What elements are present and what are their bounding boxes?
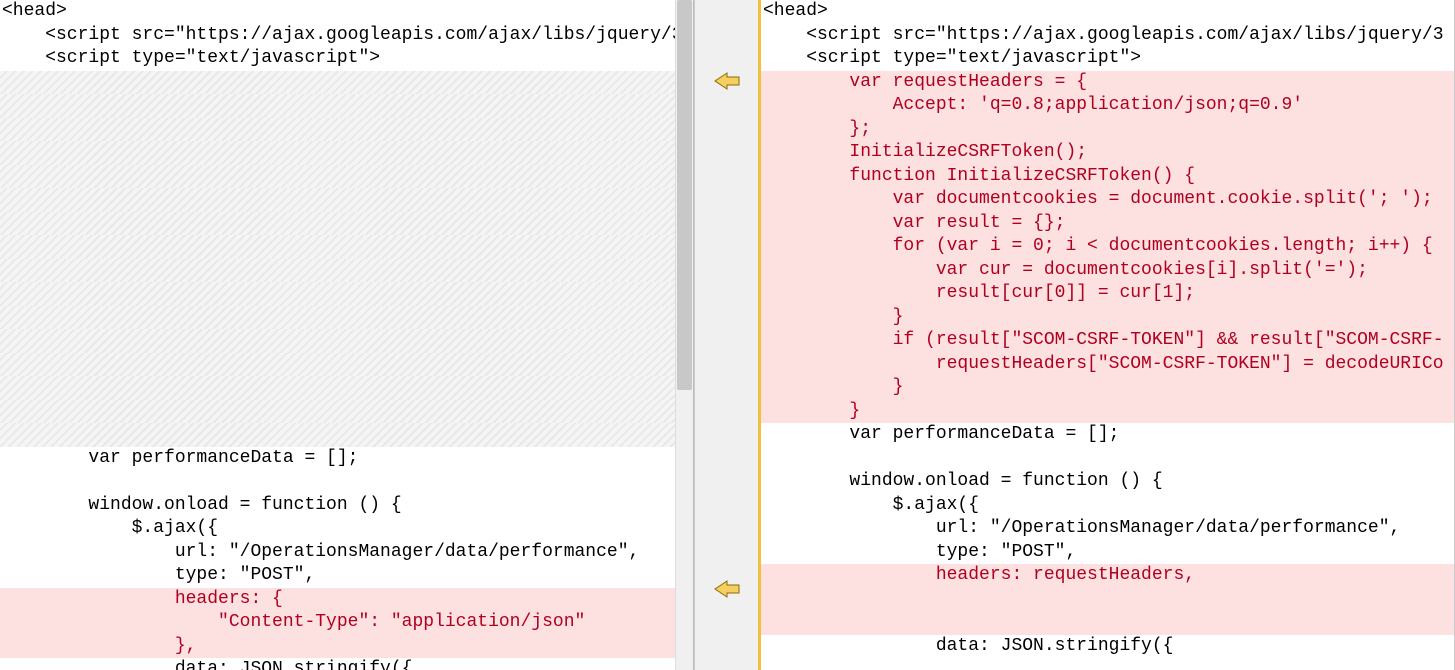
- right-line[interactable]: [761, 447, 1455, 471]
- right-line[interactable]: requestHeaders["SCOM-CSRF-TOKEN"] = deco…: [761, 353, 1455, 377]
- gutter-row: [695, 347, 758, 370]
- gutter-row: [695, 485, 758, 508]
- gutter-row: [695, 300, 758, 323]
- arrow-left-icon[interactable]: [714, 580, 740, 598]
- arrow-left-icon[interactable]: [714, 72, 740, 90]
- gutter-row: [695, 0, 758, 23]
- right-line[interactable]: function InitializeCSRFToken() {: [761, 165, 1455, 189]
- right-line[interactable]: type: "POST",: [761, 541, 1455, 565]
- right-line[interactable]: [761, 588, 1455, 612]
- left-line[interactable]: [0, 141, 693, 165]
- right-line[interactable]: <script type="text/javascript">: [761, 47, 1455, 71]
- right-line[interactable]: headers: requestHeaders,: [761, 564, 1455, 588]
- left-line[interactable]: [0, 118, 693, 142]
- left-line[interactable]: [0, 470, 693, 494]
- right-line[interactable]: if (result["SCOM-CSRF-TOKEN"] && result[…: [761, 329, 1455, 353]
- right-line[interactable]: }: [761, 400, 1455, 424]
- left-line[interactable]: type: "POST",: [0, 564, 693, 588]
- left-line[interactable]: [0, 165, 693, 189]
- left-line[interactable]: [0, 400, 693, 424]
- right-line[interactable]: Accept: 'q=0.8;application/json;q=0.9': [761, 94, 1455, 118]
- left-scrollbar[interactable]: [675, 0, 693, 670]
- gutter-row: [695, 92, 758, 115]
- right-line[interactable]: <script src="https://ajax.googleapis.com…: [761, 24, 1455, 48]
- gutter-row: [695, 462, 758, 485]
- gutter-row: [695, 324, 758, 347]
- right-line[interactable]: var documentcookies = document.cookie.sp…: [761, 188, 1455, 212]
- gutter-row: [695, 439, 758, 462]
- gutter-row: [695, 532, 758, 555]
- left-line[interactable]: $.ajax({: [0, 517, 693, 541]
- left-line[interactable]: [0, 212, 693, 236]
- left-line[interactable]: [0, 71, 693, 95]
- left-line[interactable]: headers: {: [0, 588, 693, 612]
- center-gutter: [694, 0, 761, 670]
- left-line[interactable]: [0, 259, 693, 283]
- left-line[interactable]: [0, 306, 693, 330]
- right-line[interactable]: };: [761, 118, 1455, 142]
- gutter-row: [695, 393, 758, 416]
- right-line[interactable]: window.onload = function () {: [761, 470, 1455, 494]
- gutter-row: [695, 277, 758, 300]
- right-line[interactable]: <head>: [761, 0, 1455, 24]
- right-line[interactable]: var result = {};: [761, 212, 1455, 236]
- left-line[interactable]: <head>: [0, 0, 693, 24]
- gutter-row: [695, 23, 758, 46]
- left-line[interactable]: [0, 376, 693, 400]
- right-line[interactable]: result[cur[0]] = cur[1];: [761, 282, 1455, 306]
- gutter-row: [695, 139, 758, 162]
- right-line[interactable]: $.ajax({: [761, 494, 1455, 518]
- gutter-row: [695, 416, 758, 439]
- left-line[interactable]: url: "/OperationsManager/data/performanc…: [0, 541, 693, 565]
- left-line[interactable]: [0, 188, 693, 212]
- gutter-row: [695, 116, 758, 139]
- diff-view: <head> <script src="https://ajax.googlea…: [0, 0, 1455, 670]
- left-line[interactable]: <script src="https://ajax.googleapis.com…: [0, 24, 693, 48]
- gutter-row: [695, 370, 758, 393]
- right-line[interactable]: InitializeCSRFToken();: [761, 141, 1455, 165]
- right-code[interactable]: <head> <script src="https://ajax.googlea…: [761, 0, 1455, 658]
- gutter-row: [695, 508, 758, 531]
- left-line[interactable]: window.onload = function () {: [0, 494, 693, 518]
- gutter-row: [695, 185, 758, 208]
- gutter-row: [695, 254, 758, 277]
- gutter-row: [695, 601, 758, 624]
- gutter-row: [695, 69, 758, 92]
- left-line[interactable]: [0, 282, 693, 306]
- left-line[interactable]: data: JSON.stringify({: [0, 658, 693, 670]
- left-scrollbar-thumb[interactable]: [677, 0, 692, 390]
- gutter-row: [695, 208, 758, 231]
- right-line[interactable]: var cur = documentcookies[i].split('=');: [761, 259, 1455, 283]
- right-line[interactable]: }: [761, 376, 1455, 400]
- left-line[interactable]: [0, 353, 693, 377]
- right-line[interactable]: data: JSON.stringify({: [761, 635, 1455, 659]
- left-line[interactable]: "Content-Type": "application/json": [0, 611, 693, 635]
- left-line[interactable]: var performanceData = [];: [0, 447, 693, 471]
- left-line[interactable]: [0, 94, 693, 118]
- left-code[interactable]: <head> <script src="https://ajax.googlea…: [0, 0, 693, 670]
- right-line[interactable]: [761, 611, 1455, 635]
- right-line[interactable]: url: "/OperationsManager/data/performanc…: [761, 517, 1455, 541]
- gutter-row: [695, 624, 758, 647]
- right-line[interactable]: for (var i = 0; i < documentcookies.leng…: [761, 235, 1455, 259]
- left-line[interactable]: [0, 235, 693, 259]
- gutter-row: [695, 647, 758, 670]
- gutter-row: [695, 231, 758, 254]
- left-line[interactable]: <script type="text/javascript">: [0, 47, 693, 71]
- left-line[interactable]: [0, 423, 693, 447]
- right-line[interactable]: var performanceData = [];: [761, 423, 1455, 447]
- gutter-row: [695, 46, 758, 69]
- gutter-row: [695, 555, 758, 578]
- left-line[interactable]: [0, 329, 693, 353]
- right-pane: <head> <script src="https://ajax.googlea…: [761, 0, 1455, 670]
- right-line[interactable]: }: [761, 306, 1455, 330]
- right-line[interactable]: var requestHeaders = {: [761, 71, 1455, 95]
- left-pane: <head> <script src="https://ajax.googlea…: [0, 0, 694, 670]
- gutter-row: [695, 578, 758, 601]
- left-line[interactable]: },: [0, 635, 693, 659]
- gutter-row: [695, 162, 758, 185]
